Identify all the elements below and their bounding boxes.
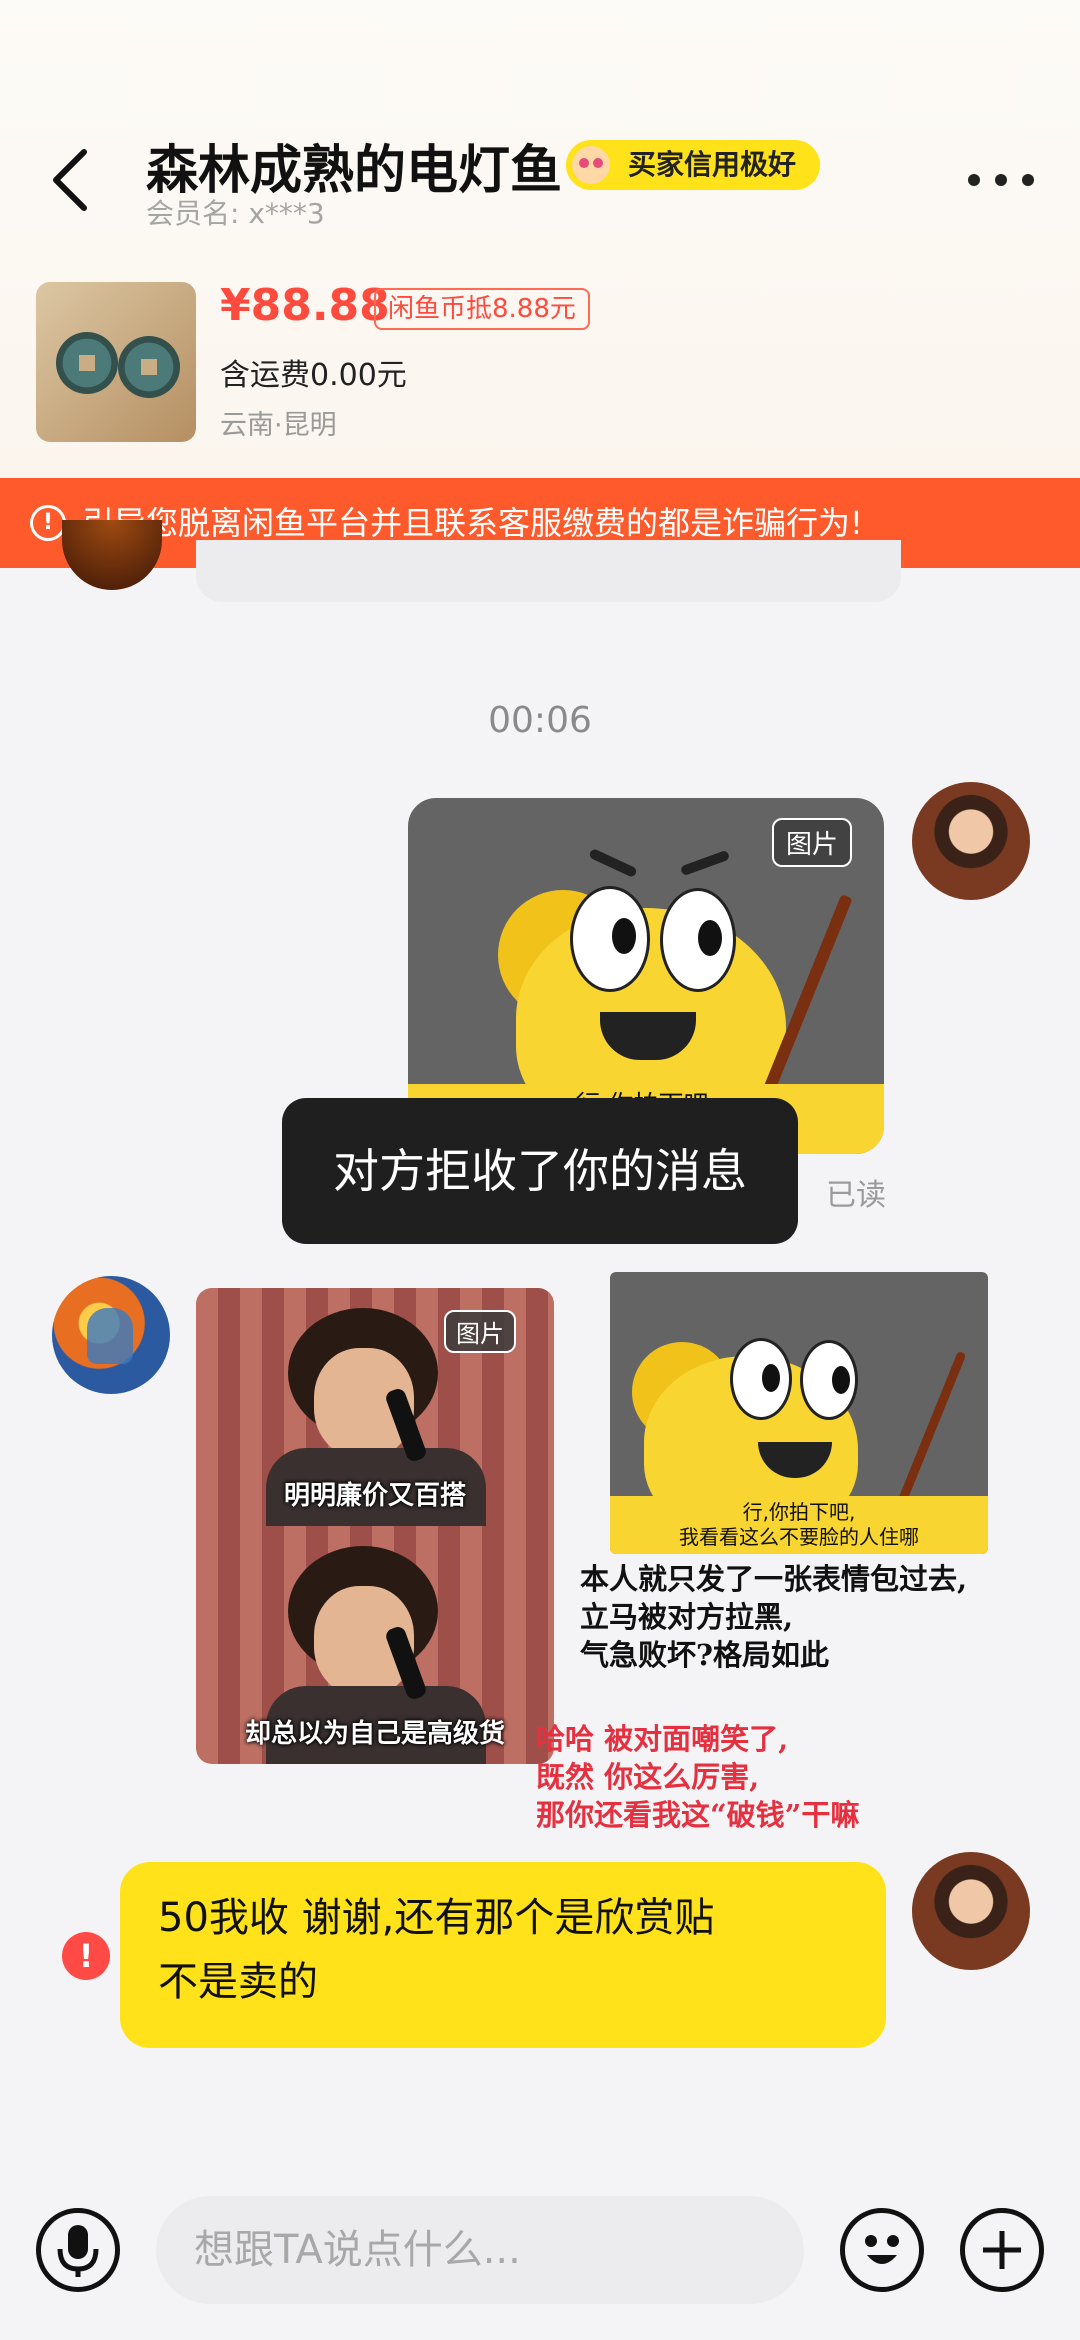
overlay-caption-line2: 我看看这么不要脸的人住哪 bbox=[679, 1525, 919, 1549]
member-name: 会员名: x***3 bbox=[146, 197, 325, 230]
message-timestamp: 00:06 bbox=[488, 700, 592, 741]
coin-discount-badge: 闲鱼币抵8.88元 bbox=[374, 288, 590, 330]
image-tag: 图片 bbox=[772, 818, 853, 867]
item-thumbnail[interactable] bbox=[36, 282, 196, 442]
message-input[interactable]: 想跟TA说点什么... bbox=[156, 2196, 804, 2304]
my-message-line1: 50我收 谢谢,还有那个是欣赏贴 bbox=[158, 1895, 715, 1941]
other-avatar-partial[interactable] bbox=[62, 520, 162, 590]
chat-header: 森林成熟的电灯鱼 买家信用极好 会员名: x***3 ¥88.88 闲鱼币抵8.… bbox=[0, 0, 1080, 478]
blush-face-icon bbox=[572, 146, 610, 184]
fraud-warning-text: 引导您脱离闲鱼平台并且联系客服缴费的都是诈骗行为! bbox=[82, 504, 863, 542]
other-avatar[interactable] bbox=[52, 1276, 170, 1394]
my-avatar[interactable] bbox=[912, 782, 1030, 900]
item-location: 云南·昆明 bbox=[220, 410, 337, 441]
add-button[interactable] bbox=[960, 2208, 1044, 2292]
credit-badge: 买家信用极好 bbox=[566, 140, 821, 190]
my-avatar-2[interactable] bbox=[912, 1852, 1030, 1970]
my-message-line2: 不是卖的 bbox=[158, 1959, 318, 2005]
send-failed-icon[interactable]: ! bbox=[62, 1932, 110, 1980]
credit-badge-label: 买家信用极好 bbox=[628, 148, 797, 181]
annotation-black-text: 本人就只发了一张表情包过去, 立马被对方拉黑, 气急败坏?格局如此 bbox=[580, 1562, 968, 1672]
overlay-caption-line1: 行,你拍下吧, bbox=[742, 1500, 856, 1524]
item-price: ¥88.88 bbox=[220, 280, 390, 331]
back-arrow-icon[interactable] bbox=[40, 140, 100, 220]
meme-caption-bottom: 却总以为自己是高级货 bbox=[244, 1719, 505, 1749]
my-message-bubble[interactable]: 50我收 谢谢,还有那个是欣赏贴 不是卖的 bbox=[120, 1862, 886, 2048]
emoji-icon bbox=[865, 2235, 899, 2264]
more-options-icon[interactable] bbox=[966, 165, 1036, 195]
plus-icon bbox=[983, 2231, 1021, 2269]
microphone-icon bbox=[57, 2225, 99, 2277]
read-status: 已读 bbox=[826, 1178, 886, 1213]
voice-button[interactable] bbox=[36, 2208, 120, 2292]
previous-message-bubble bbox=[196, 540, 901, 602]
meme-caption-top: 明明廉价又百搭 bbox=[283, 1481, 466, 1511]
input-bar: 想跟TA说点什么... bbox=[0, 2180, 1080, 2340]
emoji-button[interactable] bbox=[840, 2208, 924, 2292]
received-meme-image[interactable]: 明明廉价又百搭 却总以为自己是高级货 图片 bbox=[196, 1288, 554, 1764]
warning-icon: ! bbox=[30, 505, 66, 541]
shipping-fee: 含运费0.00元 bbox=[220, 358, 407, 393]
annotation-red-text: 哈哈 被对面嘲笑了, 既然 你这么厉害, 那你还看我这“破钱”干嘛 bbox=[536, 1722, 860, 1832]
overlay-sticker-image: 行,你拍下吧, 我看看这么不要脸的人住哪 bbox=[610, 1272, 988, 1554]
image-tag-2: 图片 bbox=[444, 1310, 516, 1353]
rejected-toast: 对方拒收了你的消息 bbox=[282, 1098, 798, 1244]
